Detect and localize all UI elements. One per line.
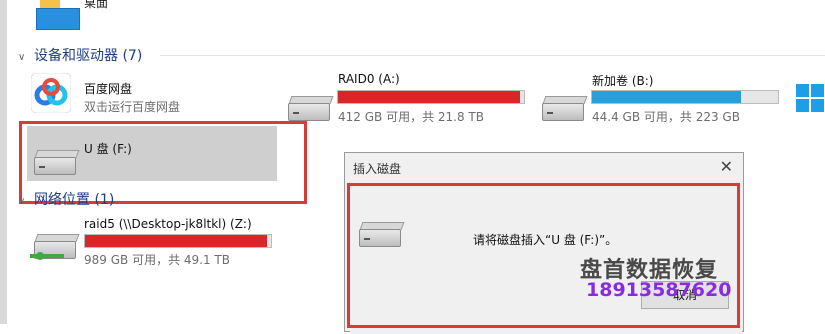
- baidu-netdisk-name[interactable]: 百度网盘: [84, 80, 132, 97]
- drive-a-usage-bar: [337, 90, 525, 104]
- devices-group-title: 设备和驱动器 (7): [34, 48, 143, 64]
- windows-drive-icon[interactable]: [796, 84, 825, 114]
- drive-a-info: 412 GB 可用，共 21.8 TB: [338, 110, 484, 124]
- drive-b-usage-bar: [591, 90, 779, 104]
- desktop-label[interactable]: 桌面: [84, 0, 108, 11]
- drive-b-info: 44.4 GB 可用，共 223 GB: [592, 110, 740, 124]
- drive-b-usage-fill: [592, 91, 741, 103]
- network-drive-name[interactable]: raid5 (\\Desktop-jk8ltkl) (Z:): [84, 217, 252, 231]
- desktop-folder-icon[interactable]: [36, 8, 80, 30]
- watermark-phone: 18913587620: [586, 279, 732, 301]
- drive-b-name[interactable]: 新加卷 (B:): [592, 72, 653, 89]
- devices-group-header[interactable]: ∨ 设备和驱动器 (7): [18, 45, 142, 65]
- network-drive-info: 989 GB 可用，共 49.1 TB: [84, 253, 230, 267]
- dialog-title: 插入磁盘: [353, 162, 402, 176]
- group-divider: [160, 55, 825, 56]
- drive-a-name[interactable]: RAID0 (A:): [338, 72, 400, 86]
- chevron-down-icon[interactable]: ∨: [18, 52, 30, 63]
- baidu-netdisk-subtitle: 双击运行百度网盘: [84, 100, 181, 114]
- network-drive-usage-fill: [85, 235, 268, 247]
- network-group-header[interactable]: ∨ 网络位置 (1): [18, 189, 114, 209]
- navigation-pane-edge: [0, 0, 7, 324]
- drive-a-usage-fill: [338, 91, 521, 103]
- desktop-folder-tab: [40, 0, 60, 8]
- close-icon[interactable]: ✕: [720, 157, 733, 176]
- baidu-netdisk-icon[interactable]: [31, 73, 71, 113]
- network-drive-usage-bar: [84, 234, 272, 248]
- chevron-down-icon[interactable]: ∨: [18, 196, 30, 207]
- network-group-title: 网络位置 (1): [34, 192, 115, 208]
